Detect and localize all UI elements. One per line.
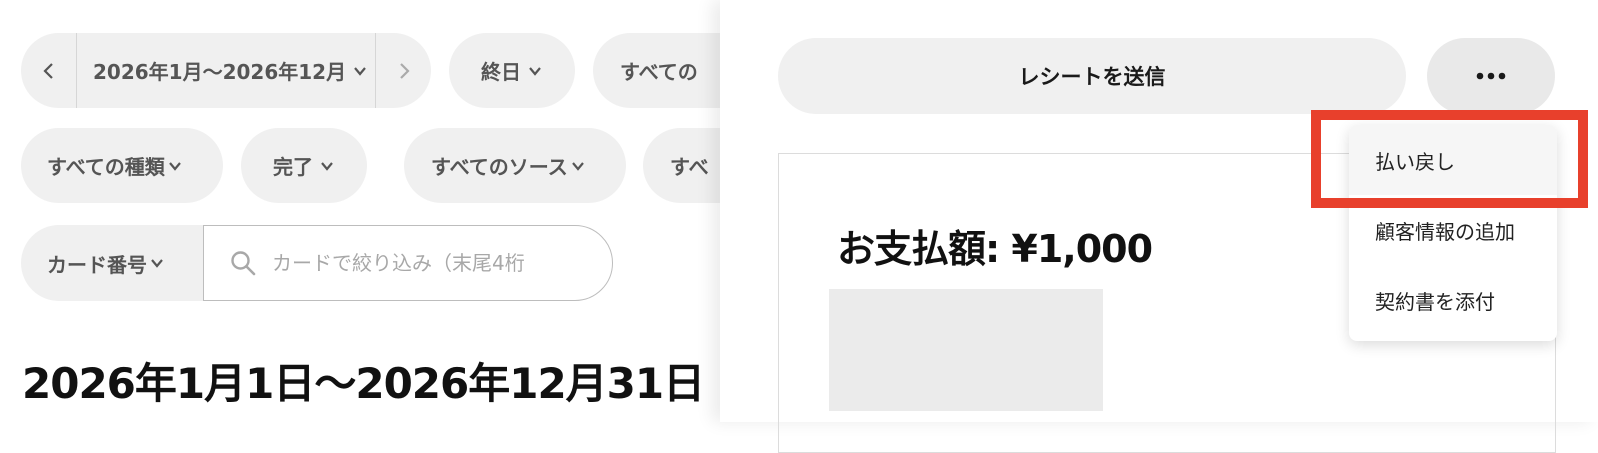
chevron-left-icon <box>42 62 53 79</box>
chevron-down-icon <box>151 259 163 268</box>
menu-item-add-customer-info-label: 顧客情報の追加 <box>1375 219 1515 244</box>
status-filter[interactable]: すべての <box>593 33 720 108</box>
time-filter-label: 終日 <box>481 60 521 84</box>
time-filter[interactable]: 終日 <box>449 33 575 108</box>
chevron-down-icon <box>529 66 541 76</box>
date-range-heading: 2026年1月1日〜2026年12月31日 <box>22 359 705 408</box>
extra-filter[interactable]: すべ <box>643 128 720 203</box>
menu-item-attach-contract[interactable]: 契約書を添付 <box>1349 265 1557 335</box>
chevron-right-icon <box>399 62 410 79</box>
state-filter-label: 完了 <box>273 155 313 179</box>
loading-placeholder <box>829 289 1103 411</box>
state-filter[interactable]: 完了 <box>241 128 367 203</box>
send-receipt-label: レシートを送信 <box>1018 65 1166 89</box>
card-search-input[interactable] <box>270 250 574 276</box>
card-search-box <box>203 225 613 301</box>
menu-item-attach-contract-label: 契約書を添付 <box>1375 289 1495 314</box>
card-number-label: カード番号 <box>47 252 147 277</box>
date-range-filter: 2026年1月〜2026年12月 <box>21 33 431 108</box>
date-range-label: 2026年1月〜2026年12月 <box>93 60 347 84</box>
chevron-down-icon <box>571 161 584 171</box>
type-filter-label: すべての種類 <box>47 155 165 179</box>
source-filter-label: すべてのソース <box>431 155 568 179</box>
send-receipt-button[interactable]: レシートを送信 <box>778 38 1406 114</box>
refund-highlight-box <box>1311 110 1588 208</box>
next-period-button[interactable] <box>375 33 431 108</box>
search-icon <box>231 251 256 276</box>
chevron-down-icon <box>321 161 333 171</box>
type-filter[interactable]: すべての種類 <box>21 128 223 203</box>
chevron-down-icon <box>168 161 181 171</box>
payment-amount: お支払額: ¥1,000 <box>837 227 1153 271</box>
transactions-filter-area: 2026年1月〜2026年12月 終日 すべての すべての種類 完了 すべてのソ… <box>0 0 720 422</box>
more-options-button[interactable] <box>1427 38 1555 114</box>
source-filter[interactable]: すべてのソース <box>404 128 626 203</box>
date-range-dropdown[interactable]: 2026年1月〜2026年12月 <box>77 33 375 108</box>
payment-detail-panel: レシートを送信 お支払額: ¥1,000 払い戻し 顧客情報の追加 契約書を添付 <box>720 0 1598 453</box>
previous-period-button[interactable] <box>21 33 77 108</box>
chevron-down-icon <box>354 66 366 76</box>
card-number-dropdown[interactable]: カード番号 <box>21 225 221 301</box>
extra-filter-label: すべ <box>670 155 709 179</box>
status-filter-label: すべての <box>620 60 698 84</box>
more-horizontal-icon <box>1476 72 1506 80</box>
